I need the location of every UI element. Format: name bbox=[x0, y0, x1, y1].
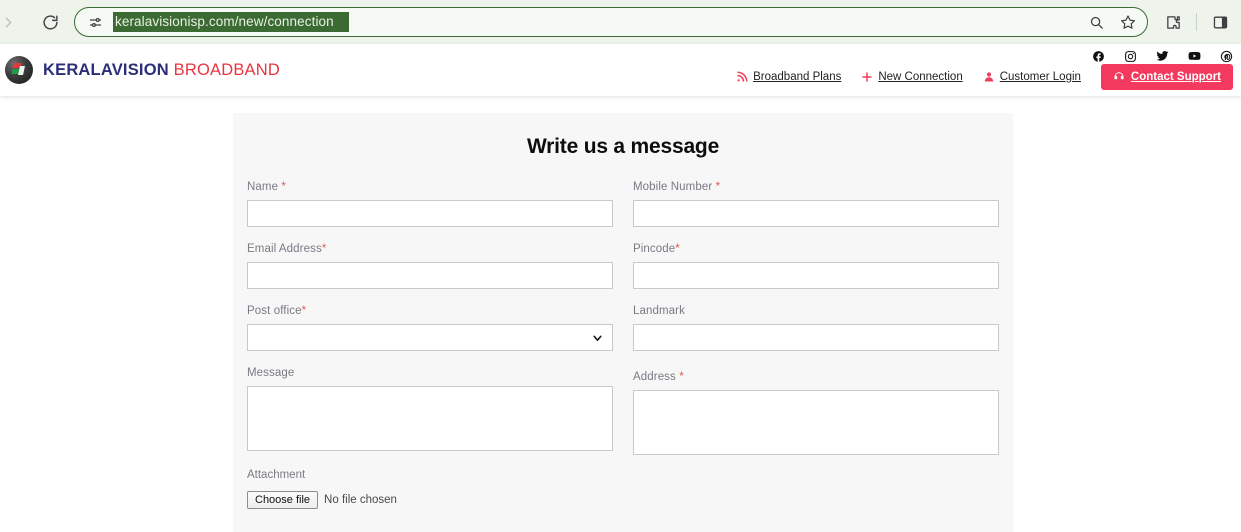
attachment-label: Attachment bbox=[247, 469, 306, 481]
required-asterisk: * bbox=[675, 243, 680, 255]
name-label-text: Name bbox=[247, 181, 279, 193]
email-label-text: Email Address bbox=[247, 243, 322, 255]
field-email: Email Address* bbox=[247, 243, 613, 289]
field-message: Message bbox=[247, 367, 613, 451]
brand-secondary-text: BROADBAND bbox=[173, 60, 280, 79]
field-attachment: Attachment Choose file No file chosen bbox=[247, 469, 613, 509]
page-settings-icon[interactable] bbox=[85, 12, 105, 32]
address-textarea[interactable] bbox=[633, 390, 999, 455]
extensions-puzzle-icon[interactable] bbox=[1158, 7, 1188, 37]
brand-logo-link[interactable]: KERALAVISION BROADBAND bbox=[5, 56, 280, 84]
facebook-icon[interactable] bbox=[1092, 50, 1105, 63]
youtube-icon[interactable] bbox=[1188, 50, 1201, 63]
post-office-label-text: Post office bbox=[247, 305, 302, 317]
name-label: Name * bbox=[247, 181, 613, 193]
landmark-input[interactable] bbox=[633, 324, 999, 351]
pincode-label-text: Pincode bbox=[633, 243, 676, 255]
side-panel-icon[interactable] bbox=[1205, 7, 1235, 37]
keralavision-globe-icon bbox=[5, 56, 33, 84]
star-bookmark-icon[interactable] bbox=[1115, 9, 1141, 35]
toolbar-divider bbox=[1196, 13, 1197, 31]
nav-broadband-plans-label: Broadband Plans bbox=[753, 71, 842, 83]
pincode-label: Pincode* bbox=[633, 243, 999, 255]
site-header: KERALAVISION BROADBAND Broadband Plans N… bbox=[0, 44, 1241, 96]
wifi-signal-icon bbox=[736, 71, 748, 83]
file-input-row[interactable]: Choose file No file chosen bbox=[247, 491, 613, 509]
field-address: Address * bbox=[633, 371, 999, 455]
email-label: Email Address* bbox=[247, 243, 613, 255]
social-links bbox=[1092, 46, 1233, 66]
twitter-icon[interactable] bbox=[1156, 50, 1169, 63]
page-title: Write us a message bbox=[526, 135, 720, 158]
back-arrow-icon[interactable] bbox=[0, 6, 24, 38]
nav-broadband-plans[interactable]: Broadband Plans bbox=[736, 71, 841, 83]
pinterest-icon[interactable] bbox=[1220, 50, 1233, 63]
required-asterisk: * bbox=[679, 371, 684, 383]
url-text[interactable]: keralavisionisp.com/new/connection bbox=[113, 12, 349, 32]
user-icon bbox=[983, 71, 995, 83]
nav-new-connection-label: New Connection bbox=[878, 71, 963, 83]
field-post-office: Post office* bbox=[247, 305, 613, 351]
required-asterisk: * bbox=[281, 181, 286, 193]
nav-customer-login[interactable]: Customer Login bbox=[983, 71, 1081, 83]
search-zoom-icon[interactable] bbox=[1083, 9, 1109, 35]
message-textarea[interactable] bbox=[247, 386, 613, 451]
name-input[interactable] bbox=[247, 200, 613, 227]
plus-icon bbox=[861, 71, 873, 83]
pincode-input[interactable] bbox=[633, 262, 999, 289]
required-asterisk: * bbox=[301, 305, 307, 317]
contact-form-card: Write us a message Name * Email Address*… bbox=[233, 113, 1013, 532]
reload-icon[interactable] bbox=[34, 6, 66, 38]
message-label: Message bbox=[247, 367, 295, 379]
file-status-text: No file chosen bbox=[324, 494, 397, 506]
form-column-left: Name * Email Address* Post office* Messa… bbox=[247, 181, 613, 509]
field-mobile: Mobile Number * bbox=[633, 181, 999, 227]
mobile-label-text: Mobile Number bbox=[633, 181, 713, 193]
mobile-input[interactable] bbox=[633, 200, 999, 227]
contact-support-label: Contact Support bbox=[1130, 71, 1221, 83]
form-column-right: Mobile Number * Pincode* Landmark Addres… bbox=[633, 181, 999, 509]
choose-file-button[interactable]: Choose file bbox=[247, 491, 319, 509]
required-asterisk: * bbox=[715, 181, 721, 193]
landmark-label: Landmark bbox=[633, 305, 685, 317]
nav-customer-login-label: Customer Login bbox=[999, 71, 1081, 83]
post-office-select[interactable] bbox=[247, 324, 613, 351]
field-name: Name * bbox=[247, 181, 613, 227]
address-label: Address * bbox=[633, 371, 999, 383]
browser-toolbar: keralavisionisp.com/new/connection bbox=[0, 0, 1241, 44]
post-office-label: Post office* bbox=[247, 305, 613, 317]
contact-support-button[interactable]: Contact Support bbox=[1100, 64, 1233, 90]
required-asterisk: * bbox=[321, 243, 327, 255]
field-landmark: Landmark bbox=[633, 305, 999, 351]
brand-wordmark: KERALAVISION BROADBAND bbox=[43, 61, 280, 80]
page-content: Write us a message Name * Email Address*… bbox=[0, 96, 1241, 532]
brand-primary-text: KERALAVISION bbox=[43, 60, 169, 79]
mobile-label: Mobile Number * bbox=[633, 181, 999, 193]
nav-new-connection[interactable]: New Connection bbox=[861, 71, 963, 83]
contact-form: Name * Email Address* Post office* Messa… bbox=[247, 181, 999, 509]
address-label-text: Address bbox=[633, 371, 676, 383]
field-pincode: Pincode* bbox=[633, 243, 999, 289]
headset-icon bbox=[1113, 71, 1125, 83]
instagram-icon[interactable] bbox=[1124, 50, 1137, 63]
address-bar[interactable]: keralavisionisp.com/new/connection bbox=[74, 7, 1148, 37]
email-input[interactable] bbox=[247, 262, 613, 289]
